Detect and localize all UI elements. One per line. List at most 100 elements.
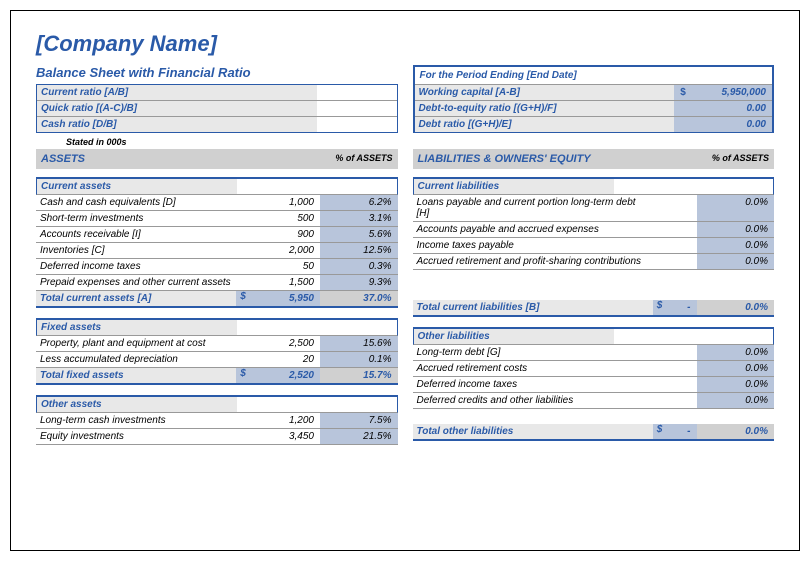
stated-in-label: Stated in 000s (36, 133, 398, 149)
line-value: 20 (250, 352, 320, 367)
pct-header: % of ASSETS (318, 149, 398, 169)
line-pct: 0.0% (697, 222, 775, 237)
line-pct: 15.6% (320, 336, 398, 351)
line-pct: 7.5% (320, 413, 398, 428)
assets-header: ASSETS (36, 149, 318, 169)
line-value (667, 377, 697, 392)
metric-value: 0.00 (692, 101, 772, 116)
total-value: 5,950 (250, 291, 320, 306)
total-pct: 0.0% (697, 300, 775, 315)
ratio-value (317, 101, 397, 116)
total-label: Total current assets [A] (36, 291, 236, 306)
group-header: Current assets (36, 177, 398, 195)
line-value: 2,500 (250, 336, 320, 351)
section-headers: ASSETS% of ASSETS LIABILITIES & OWNERS' … (36, 149, 774, 169)
line-item: Accounts payable and accrued expenses$0.… (413, 222, 775, 238)
line-value (667, 361, 697, 376)
group-title: Fixed assets (37, 320, 237, 335)
line-item: Accrued retirement costs$0.0% (413, 361, 775, 377)
line-item: Deferred credits and other liabilities$0… (413, 393, 775, 409)
current-assets-group: Current assets Cash and cash equivalents… (36, 177, 398, 308)
line-value: 500 (250, 211, 320, 226)
total-row: Total fixed assets$2,52015.7% (36, 368, 398, 385)
line-item: Deferred income taxes$0.0% (413, 377, 775, 393)
top-section: Balance Sheet with Financial Ratio Curre… (36, 65, 774, 149)
line-pct: 9.3% (320, 275, 398, 290)
line-pct: 6.2% (320, 195, 398, 210)
line-label: Less accumulated depreciation (36, 352, 236, 367)
line-value: 3,450 (250, 429, 320, 444)
total-pct: 0.0% (697, 424, 775, 439)
line-value: 2,000 (250, 243, 320, 258)
liabilities-column: Current liabilities Loans payable and cu… (413, 177, 775, 455)
line-item: Property, plant and equipment at cost$2,… (36, 336, 398, 352)
line-pct: 0.0% (697, 361, 775, 376)
liabilities-header-bar: LIABILITIES & OWNERS' EQUITY% of ASSETS (413, 149, 775, 169)
metric-label: Debt ratio [(G+H)/E] (415, 117, 675, 132)
group-title: Other liabilities (414, 329, 614, 344)
line-label: Equity investments (36, 429, 236, 444)
assets-header-bar: ASSETS% of ASSETS (36, 149, 398, 169)
line-pct: 0.0% (697, 254, 775, 269)
line-item: Accrued retirement and profit-sharing co… (413, 254, 775, 270)
line-label: Inventories [C] (36, 243, 236, 258)
fixed-assets-group: Fixed assets Property, plant and equipme… (36, 318, 398, 385)
total-row: Total other liabilities$-0.0% (413, 424, 775, 441)
ratio-value (317, 117, 397, 132)
currency-symbol (674, 117, 692, 132)
line-value: 1,500 (250, 275, 320, 290)
line-label: Loans payable and current portion long-t… (413, 195, 653, 221)
metric-label: Debt-to-equity ratio [(G+H)/F] (415, 101, 675, 116)
total-value: 2,520 (250, 368, 320, 383)
balance-sheet-page: [Company Name] Balance Sheet with Financ… (10, 10, 800, 551)
line-label: Short-term investments (36, 211, 236, 226)
line-value (667, 345, 697, 360)
total-label: Total current liabilities [B] (413, 300, 653, 315)
group-header: Other assets (36, 395, 398, 413)
line-value (667, 238, 697, 253)
line-label: Long-term debt [G] (413, 345, 653, 360)
line-label: Accounts receivable [I] (36, 227, 236, 242)
line-pct: 12.5% (320, 243, 398, 258)
line-value (667, 254, 697, 269)
line-label: Accrued retirement and profit-sharing co… (413, 254, 653, 269)
line-value (667, 195, 697, 221)
other-assets-group: Other assets Long-term cash investments$… (36, 395, 398, 445)
top-right: For the Period Ending [End Date] Working… (413, 65, 775, 149)
line-pct: 0.0% (697, 195, 775, 221)
ratio-row: Current ratio [A/B] (37, 85, 397, 101)
line-item: Short-term investments$5003.1% (36, 211, 398, 227)
line-item: Cash and cash equivalents [D]$1,0006.2% (36, 195, 398, 211)
line-label: Long-term cash investments (36, 413, 236, 428)
period-box: For the Period Ending [End Date] Working… (413, 65, 775, 133)
currency-symbol: $ (236, 291, 250, 306)
ratio-row: Cash ratio [D/B] (37, 117, 397, 132)
total-row: Total current liabilities [B]$-0.0% (413, 300, 775, 317)
columns: Current assets Cash and cash equivalents… (36, 177, 774, 455)
line-item: Deferred income taxes$500.3% (36, 259, 398, 275)
group-title: Current assets (37, 179, 237, 194)
line-value (667, 393, 697, 408)
ratio-value (317, 85, 397, 100)
line-pct: 0.0% (697, 345, 775, 360)
line-label: Accrued retirement costs (413, 361, 653, 376)
currency-symbol: $ (653, 300, 667, 315)
line-pct: 5.6% (320, 227, 398, 242)
metric-row: Working capital [A-B]$5,950,000 (415, 85, 773, 101)
metric-label: Working capital [A-B] (415, 85, 675, 100)
total-row: Total current assets [A]$5,95037.0% (36, 291, 398, 308)
metric-value: 0.00 (692, 117, 772, 132)
assets-column: Current assets Cash and cash equivalents… (36, 177, 398, 455)
currency-symbol (674, 101, 692, 116)
line-label: Income taxes payable (413, 238, 653, 253)
line-pct: 0.0% (697, 377, 775, 392)
top-left: Balance Sheet with Financial Ratio Curre… (36, 65, 398, 149)
line-item: Long-term cash investments$1,2007.5% (36, 413, 398, 429)
group-header: Other liabilities (413, 327, 775, 345)
line-value: 900 (250, 227, 320, 242)
group-title: Other assets (37, 397, 237, 412)
ratio-label: Cash ratio [D/B] (37, 117, 317, 132)
ratio-label: Current ratio [A/B] (37, 85, 317, 100)
company-name: [Company Name] (36, 31, 774, 57)
total-label: Total fixed assets (36, 368, 236, 383)
